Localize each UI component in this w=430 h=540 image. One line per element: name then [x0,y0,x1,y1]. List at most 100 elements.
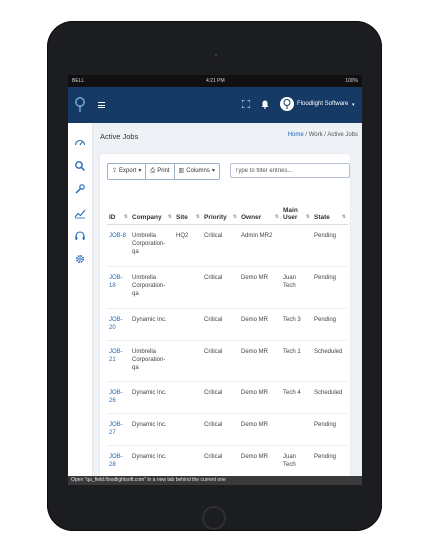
owner-cell: Demo MR [239,381,281,414]
carrier-label: BELL [72,78,85,84]
job-id-link[interactable]: JOB-26 [107,381,130,414]
owner-cell: Demo MR [239,413,281,446]
main-user-cell: Tech 1 [281,340,312,382]
dashboard-icon[interactable] [74,137,86,149]
company-cell: Umbrella Corporation-qa [130,266,174,309]
table-row[interactable]: JOB-21 Umbrella Corporation-qa Critical … [107,340,348,382]
main-user-cell [281,413,312,446]
search-icon[interactable] [74,160,86,172]
user-name[interactable]: Floodlight Software [297,101,348,107]
priority-cell: Critical [202,266,239,309]
owner-cell: Demo MR [239,266,281,309]
home-button[interactable] [202,506,226,530]
main-user-cell: Juan Tech [281,445,312,478]
breadcrumb-current: Active Jobs [327,132,358,138]
breadcrumb-work[interactable]: Work [309,132,323,138]
columns-label: Columns [186,168,210,174]
company-cell: Umbrella Corporation-qa [130,224,174,267]
priority-cell: Critical [202,308,239,341]
state-cell: Scheduled [312,381,348,414]
headset-icon[interactable] [74,230,86,242]
company-cell: Dynamic Inc. [130,381,174,414]
job-id-link[interactable]: JOB-18 [107,266,130,309]
company-cell: Dynamic Inc. [130,308,174,341]
state-cell: Scheduled [312,340,348,382]
columns-icon: ▥ [178,168,185,174]
column-header-state[interactable]: State ⇅ [312,191,348,225]
main-user-cell: Tech 4 [281,381,312,414]
company-cell: Umbrella Corporation-qa [130,340,174,382]
priority-cell: Critical [202,413,239,446]
job-id-link[interactable]: JOB-27 [107,413,130,446]
battery-label: 100% [345,78,358,84]
wrench-icon[interactable] [74,183,86,195]
sort-icon[interactable]: ⇅ [196,214,200,220]
table-row[interactable]: JOB-18 Umbrella Corporation-qa Critical … [107,266,348,309]
sidebar [68,123,93,485]
state-cell: Pending [312,266,348,309]
column-header-id[interactable]: ID ⇅ [107,191,130,225]
priority-cell: Critical [202,445,239,478]
sort-icon[interactable]: ⇅ [306,214,310,220]
top-navbar: Floodlight Software ▾ [68,87,362,123]
priority-cell: Critical [202,381,239,414]
table-header-row: ID ⇅ Company ⇅ Site ⇅ Priority ⇅ Owner ⇅ Main… [107,191,348,225]
state-cell: Pending [312,224,348,267]
menu-toggle-icon[interactable] [98,102,105,108]
column-header-main-user[interactable]: Main User ⇅ [281,191,312,225]
jobs-table: ID ⇅ Company ⇅ Site ⇅ Priority ⇅ Owner ⇅ Main… [107,191,348,478]
table-row[interactable]: JOB-8 Umbrella Corporation-qa HQ2 Critic… [107,224,348,267]
main-user-cell: Tech 3 [281,308,312,341]
job-id-link[interactable]: JOB-20 [107,308,130,341]
owner-cell: Admin MR2 [239,224,281,267]
column-header-site[interactable]: Site ⇅ [174,191,202,225]
export-button[interactable]: ⇪ Export ▾ [108,164,147,179]
sort-icon[interactable]: ⇅ [342,214,346,220]
chevron-down-icon[interactable]: ▾ [352,102,355,108]
avatar[interactable] [280,97,294,111]
owner-cell: Demo MR [239,308,281,341]
page-title: Active Jobs [100,132,139,141]
floodlight-logo-icon[interactable] [74,96,86,114]
table-row[interactable]: JOB-28 Dynamic Inc. Critical Demo MR Jua… [107,445,348,478]
main-user-cell: Juan Tech [281,266,312,309]
job-id-link[interactable]: JOB-8 [107,224,130,267]
table-row[interactable]: JOB-27 Dynamic Inc. Critical Demo MR Pen… [107,413,348,446]
print-label: Print [157,168,170,174]
site-cell [174,381,202,414]
export-icon: ⇪ [112,168,118,174]
filter-input[interactable] [230,163,350,178]
sort-icon[interactable]: ⇅ [275,214,279,220]
avatar-logo-icon [283,99,291,109]
sort-icon[interactable]: ⇅ [124,214,128,220]
gear-icon[interactable] [74,253,86,265]
column-header-owner[interactable]: Owner ⇅ [239,191,281,225]
table-row[interactable]: JOB-26 Dynamic Inc. Critical Demo MR Tec… [107,381,348,414]
breadcrumb-home[interactable]: Home [288,132,304,138]
export-label: Export [119,168,137,174]
sort-icon[interactable]: ⇅ [168,214,172,220]
columns-button[interactable]: ▥ Columns ▾ [175,164,219,179]
site-cell [174,413,202,446]
site-cell [174,445,202,478]
bell-icon[interactable] [261,100,269,109]
site-cell [174,340,202,382]
site-cell [174,266,202,309]
site-cell: HQ2 [174,224,202,267]
table-row[interactable]: JOB-20 Dynamic Inc. Critical Demo MR Tec… [107,308,348,341]
printer-icon: ⎙ [150,168,156,174]
site-cell [174,308,202,341]
state-cell: Pending [312,308,348,341]
jobs-card: ⇪ Export ▾ ⎙ Print ▥ Columns ▾ Type to f… [100,154,350,485]
sort-icon[interactable]: ⇅ [233,214,237,220]
chart-line-icon[interactable] [74,207,86,219]
priority-cell: Critical [202,224,239,267]
screen: BELL 4:21 PM 100% Floodlight Software ▾ [68,75,362,485]
print-button[interactable]: ⎙ Print [146,164,175,179]
job-id-link[interactable]: JOB-28 [107,445,130,478]
state-cell: Pending [312,413,348,446]
column-header-priority[interactable]: Priority ⇅ [202,191,239,225]
fullscreen-icon[interactable] [242,100,250,108]
column-header-company[interactable]: Company ⇅ [130,191,174,225]
job-id-link[interactable]: JOB-21 [107,340,130,382]
